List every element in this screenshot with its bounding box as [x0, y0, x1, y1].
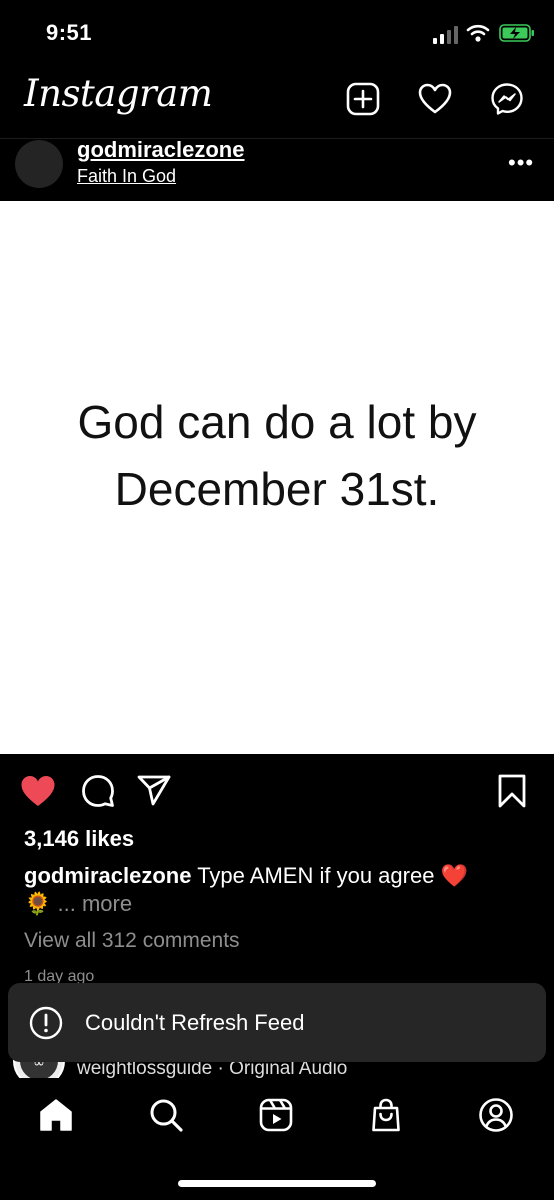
shop-icon[interactable] — [368, 1097, 404, 1133]
reels-icon[interactable] — [258, 1097, 294, 1133]
caption-text: Type AMEN if you agree ❤️ — [191, 863, 468, 888]
alert-circle-icon — [29, 1006, 63, 1040]
create-post-icon[interactable] — [346, 82, 380, 116]
wifi-icon — [466, 24, 490, 42]
status-time: 9:51 — [46, 20, 93, 45]
caption-username[interactable]: godmiraclezone — [24, 863, 191, 888]
post-image-line-2: December 31st. — [114, 463, 440, 515]
post-username[interactable]: godmiraclezone — [77, 137, 244, 163]
instagram-logo: Instagram — [24, 72, 213, 115]
post-subtitle[interactable]: Faith In God — [77, 166, 176, 187]
home-indicator — [178, 1180, 376, 1187]
post-image-line-1: God can do a lot by — [77, 396, 477, 448]
toast-message: Couldn't Refresh Feed — [85, 1010, 305, 1035]
profile-icon[interactable] — [478, 1097, 514, 1133]
post-caption: godmiraclezone Type AMEN if you agree ❤️… — [24, 862, 524, 918]
avatar[interactable] — [15, 140, 63, 188]
activity-heart-icon[interactable] — [418, 82, 452, 116]
battery-charging-icon — [499, 24, 534, 42]
comment-icon[interactable] — [80, 773, 116, 809]
search-icon[interactable] — [148, 1097, 184, 1133]
caption-more-link[interactable]: ... more — [51, 891, 133, 916]
more-options-icon[interactable]: ••• — [508, 150, 534, 176]
post-image-text: God can do a lot by December 31st. — [0, 389, 554, 523]
save-bookmark-icon[interactable] — [494, 773, 530, 809]
share-send-icon[interactable] — [136, 773, 172, 809]
cellular-signal-icon — [433, 26, 458, 44]
view-comments-link[interactable]: View all 312 comments — [24, 929, 240, 953]
messenger-icon[interactable] — [490, 82, 524, 116]
home-icon[interactable] — [38, 1097, 74, 1133]
likes-count[interactable]: 3,146 likes — [24, 826, 134, 852]
post-image[interactable]: God can do a lot by December 31st. — [0, 201, 554, 754]
like-heart-icon[interactable] — [20, 773, 56, 809]
caption-emoji: 🌻 — [24, 891, 52, 916]
